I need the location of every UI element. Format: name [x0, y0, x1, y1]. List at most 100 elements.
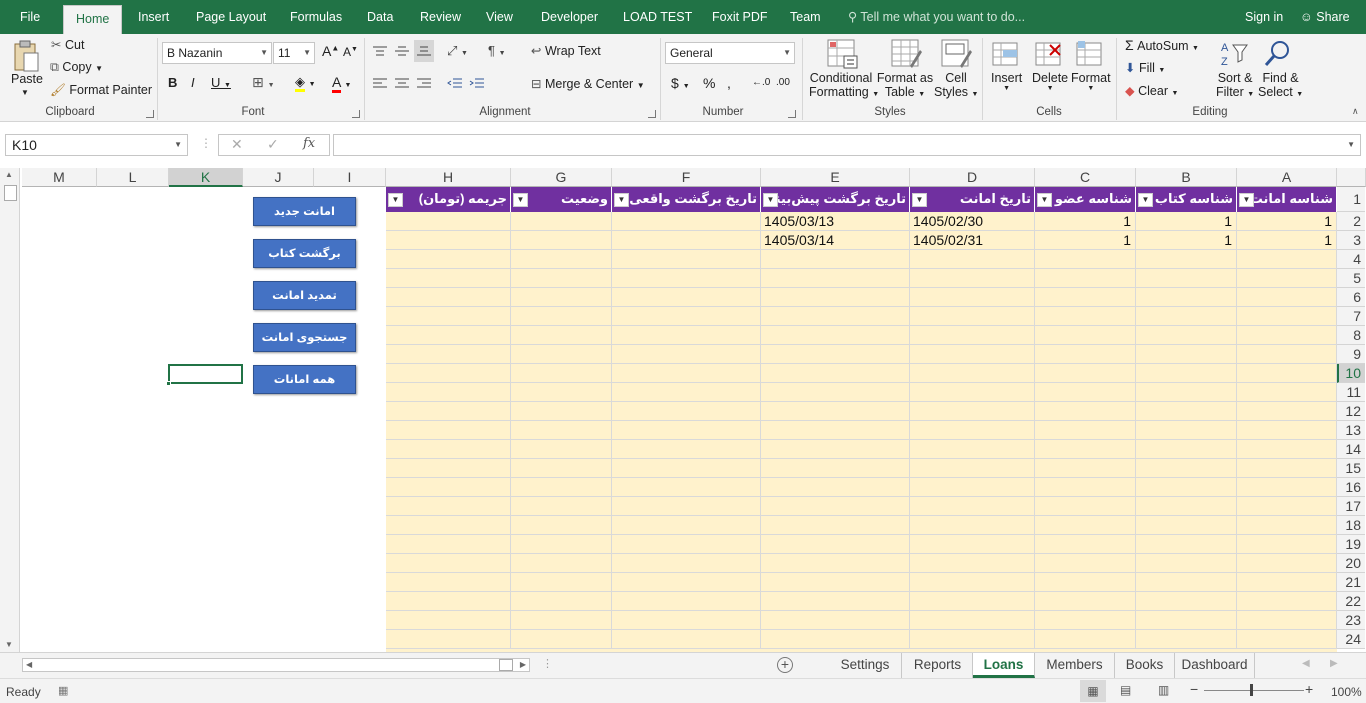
italic-icon[interactable]: I [191, 75, 195, 90]
formula-input[interactable]: ▼ [333, 134, 1361, 156]
numeric-cell[interactable] [1136, 516, 1237, 535]
sheet-tab-books[interactable]: Books [1115, 653, 1175, 678]
row-header-8[interactable]: 8 [1337, 326, 1365, 345]
merge-center-button[interactable]: ⊟ Merge & Center ▼ [531, 76, 645, 91]
decrease-decimal-icon[interactable]: .00 [776, 77, 790, 88]
tab-review[interactable]: Review [420, 0, 461, 34]
table-cell[interactable] [761, 364, 910, 383]
table-cell[interactable] [386, 402, 511, 421]
filter-dropdown-icon[interactable]: ▼ [388, 193, 403, 207]
filter-dropdown-icon[interactable]: ▼ [513, 193, 528, 207]
table-cell[interactable] [910, 307, 1035, 326]
numeric-cell[interactable] [1237, 497, 1337, 516]
tab-insert[interactable]: Insert [138, 0, 169, 34]
table-cell[interactable] [511, 345, 612, 364]
expand-formula-icon[interactable]: ▼ [1347, 140, 1355, 149]
increase-decimal-icon[interactable]: ←.0 [752, 77, 770, 88]
table-cell[interactable] [511, 592, 612, 611]
table-cell[interactable] [612, 554, 761, 573]
underline-icon[interactable]: U ▼ [211, 75, 231, 90]
table-cell[interactable] [910, 535, 1035, 554]
row-header-20[interactable]: 20 [1337, 554, 1365, 573]
tab-formulas[interactable]: Formulas [290, 0, 342, 34]
numeric-cell[interactable] [1237, 269, 1337, 288]
numeric-cell[interactable] [1035, 364, 1136, 383]
table-cell[interactable] [612, 364, 761, 383]
table-cell[interactable] [386, 516, 511, 535]
numeric-cell[interactable] [1035, 516, 1136, 535]
table-cell[interactable] [511, 554, 612, 573]
align-bottom-icon[interactable] [414, 40, 434, 62]
page-break-view-icon[interactable]: ▥ [1158, 683, 1169, 697]
bold-icon[interactable]: B [168, 75, 177, 90]
scroll-up-icon[interactable]: ▲ [5, 170, 13, 179]
table-cell[interactable] [761, 516, 910, 535]
table-cell[interactable] [612, 459, 761, 478]
numeric-cell[interactable] [1237, 573, 1337, 592]
table-cell[interactable] [612, 212, 761, 231]
zoom-in-icon[interactable]: + [1305, 681, 1313, 697]
table-cell[interactable] [761, 535, 910, 554]
sheet-tab-settings[interactable]: Settings [829, 653, 902, 678]
numeric-cell[interactable] [1237, 516, 1337, 535]
table-cell[interactable] [386, 345, 511, 364]
table-cell[interactable]: 1405/03/14 [761, 231, 910, 250]
row-header-4[interactable]: 4 [1337, 250, 1365, 269]
format-cells-icon[interactable] [1074, 37, 1106, 71]
row-header-21[interactable]: 21 [1337, 573, 1365, 592]
font-name-dropdown[interactable]: B Nazanin ▼ [162, 42, 272, 64]
row-header-11[interactable]: 11 [1337, 383, 1365, 402]
numeric-cell[interactable] [1237, 440, 1337, 459]
table-cell[interactable] [511, 250, 612, 269]
tab-view[interactable]: View [486, 0, 513, 34]
numeric-cell[interactable] [1136, 288, 1237, 307]
table-cell[interactable] [910, 421, 1035, 440]
tab-data[interactable]: Data [367, 0, 393, 34]
table-cell[interactable] [511, 573, 612, 592]
table-cell[interactable] [910, 611, 1035, 630]
numeric-cell[interactable]: 1 [1136, 231, 1237, 250]
numeric-cell[interactable] [1136, 611, 1237, 630]
table-cell[interactable] [386, 212, 511, 231]
return-book-button[interactable]: برگشت کتاب [253, 239, 356, 268]
align-top-icon[interactable] [370, 42, 390, 60]
numeric-cell[interactable] [1237, 345, 1337, 364]
table-header-b[interactable]: شناسه کتاب ▼ [1136, 187, 1237, 212]
tell-me-box[interactable]: ⚲ Tell me what you want to do... [848, 0, 1025, 34]
table-cell[interactable] [612, 231, 761, 250]
table-cell[interactable] [910, 288, 1035, 307]
table-cell[interactable]: 1405/02/30 [910, 212, 1035, 231]
table-cell[interactable] [386, 421, 511, 440]
alignment-launcher-icon[interactable] [648, 110, 656, 118]
table-cell[interactable] [612, 326, 761, 345]
next-sheet-icon[interactable]: ▶ [1330, 658, 1338, 669]
table-cell[interactable] [910, 516, 1035, 535]
table-cell[interactable] [511, 440, 612, 459]
table-cell[interactable] [761, 288, 910, 307]
sheet-tab-members[interactable]: Members [1035, 653, 1115, 678]
numeric-cell[interactable] [1035, 269, 1136, 288]
copy-button[interactable]: ⧉ Copy ▼ [50, 60, 103, 75]
fill-handle[interactable] [166, 381, 171, 386]
table-cell[interactable] [761, 269, 910, 288]
cell-styles-button[interactable]: Cell Styles ▼ [934, 71, 978, 99]
sort-filter-button[interactable]: Sort & Filter ▼ [1216, 71, 1254, 99]
table-cell[interactable] [910, 478, 1035, 497]
format-as-table-button[interactable]: Format as Table ▼ [876, 71, 934, 99]
clipboard-launcher-icon[interactable] [146, 110, 154, 118]
row-header-3[interactable]: 3 [1337, 231, 1365, 250]
table-cell[interactable] [910, 402, 1035, 421]
table-header-g[interactable]: وضعیت ▼ [511, 187, 612, 212]
table-cell[interactable]: 1405/02/31 [910, 231, 1035, 250]
numeric-cell[interactable]: 1 [1136, 212, 1237, 231]
horizontal-scrollbar[interactable]: ◀ ▶ [22, 658, 530, 672]
find-select-button[interactable]: Find & Select ▼ [1258, 71, 1303, 99]
orientation-icon[interactable]: ⤢ ▼ [447, 43, 468, 59]
table-cell[interactable] [910, 554, 1035, 573]
table-cell[interactable] [612, 535, 761, 554]
currency-icon[interactable]: $ ▼ [671, 75, 690, 91]
table-header-h[interactable]: جریمه (تومان) ▼ [386, 187, 511, 212]
align-left-icon[interactable] [370, 74, 390, 92]
cancel-icon[interactable]: ✕ [231, 136, 243, 153]
scroll-left-icon[interactable]: ◀ [26, 659, 32, 671]
